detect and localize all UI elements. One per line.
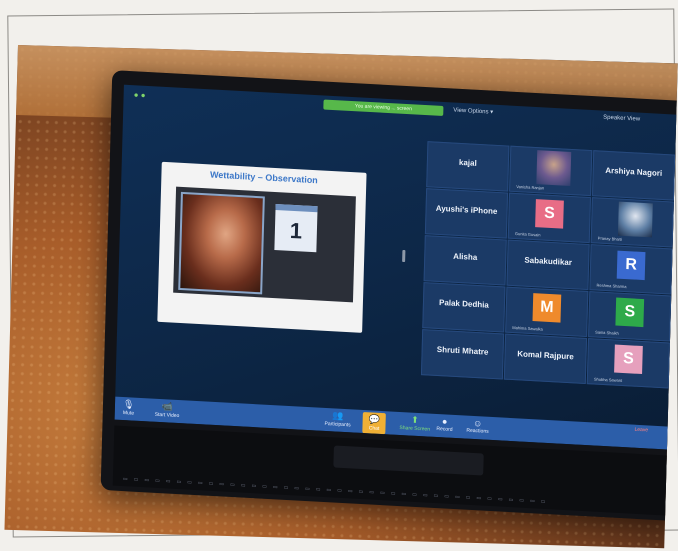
laptop-photo: ● ● You are viewing ... screen View Opti… [4,45,678,549]
participant-tile[interactable]: M Mahima Sawalka [505,286,589,338]
meeting-info-icon[interactable]: ● ● [134,90,146,100]
participant-name: kajal [458,157,477,168]
participant-name: Palak Dedhia [438,297,489,310]
participant-tile[interactable]: kajal [426,141,510,192]
leave-button[interactable]: Leave [634,427,648,434]
participant-name: Arshiya Nagori [605,165,663,178]
reactions-button[interactable]: ☺ Reactions [466,418,489,435]
mute-button[interactable]: 🎙 Mute [123,399,135,417]
participant-tile[interactable]: Ayushi's iPhone [424,188,509,239]
view-options-button[interactable]: View Options ▾ [453,107,493,116]
speaker-view-button[interactable]: Speaker View [603,115,640,123]
trackpad [333,445,484,476]
microphone-icon: 🎙 [122,399,135,410]
participant-caption: Reshma Sharma [596,282,627,290]
participant-tile[interactable]: Vanisha Ranjan [509,145,593,197]
participant-tile[interactable]: Palak Dedhia [422,282,506,333]
record-button[interactable]: ● Record [436,416,453,433]
participant-tile[interactable]: S Sania Shaikh [588,291,672,342]
participant-tile[interactable]: R Reshma Sharma [589,244,673,295]
participant-caption: Sania Shaikh [595,329,619,336]
screen-share-banner: You are viewing ... screen [323,99,444,116]
participant-tile[interactable]: Pranay Bharti [590,197,674,248]
scanned-page: ● ● You are viewing ... screen View Opti… [0,0,678,551]
participant-tile[interactable]: Alisha [423,235,507,286]
participant-name: Alisha [453,251,478,262]
participant-tile[interactable]: Shruti Mhatre [420,329,505,380]
participant-avatar: S [535,199,564,229]
share-screen-button[interactable]: ⬆ Share Screen [399,414,430,433]
participant-caption: Gunita Gusain [514,231,541,238]
participant-tile[interactable]: Arshiya Nagori [592,150,676,201]
slide-number-card: 1 [274,204,318,253]
participant-tile[interactable]: S Gunita Gusain [507,192,591,244]
zoom-meeting-window: ● ● You are viewing ... screen View Opti… [114,84,678,450]
participant-name: Shruti Mhatre [436,344,489,357]
participant-tile[interactable]: Sabakudikar [506,239,590,291]
participant-avatar: R [616,250,646,281]
participant-name: Sabakudikar [524,255,573,268]
participant-caption: Shubha Sawant [593,376,623,383]
slide-content: 1 [173,186,356,303]
chat-button[interactable]: 💬 Chat [362,411,387,435]
participants-button[interactable]: 👥 Participants [324,410,351,428]
start-video-button[interactable]: 📹 Start Video [155,401,180,419]
participant-caption: Mahima Sawalka [512,324,543,332]
slide-image [178,191,265,295]
shared-slide: Wettability – Observation 1 [157,161,367,333]
participant-name: Ayushi's iPhone [435,203,498,217]
participant-avatar: S [615,297,645,328]
participant-tile[interactable]: Komal Rajpure [503,333,588,385]
participant-tile[interactable]: S Shubha Sawant [586,338,670,389]
laptop: ● ● You are viewing ... screen View Opti… [100,70,678,522]
participant-caption: Vanisha Ranjan [516,184,545,191]
chat-icon: 💬 [368,414,381,425]
participant-caption: Pranay Bharti [597,235,623,242]
participant-gallery: kajal Vanisha Ranjan Arshiya Nagori Ayushi'… [420,141,677,394]
participant-name: Komal Rajpure [517,349,574,362]
participant-video [536,150,572,186]
participant-video [617,201,653,238]
slide-title: Wettability – Observation [209,169,318,186]
split-drag-handle[interactable] [402,249,406,263]
participant-avatar: M [532,293,562,323]
participant-avatar: S [614,344,643,375]
